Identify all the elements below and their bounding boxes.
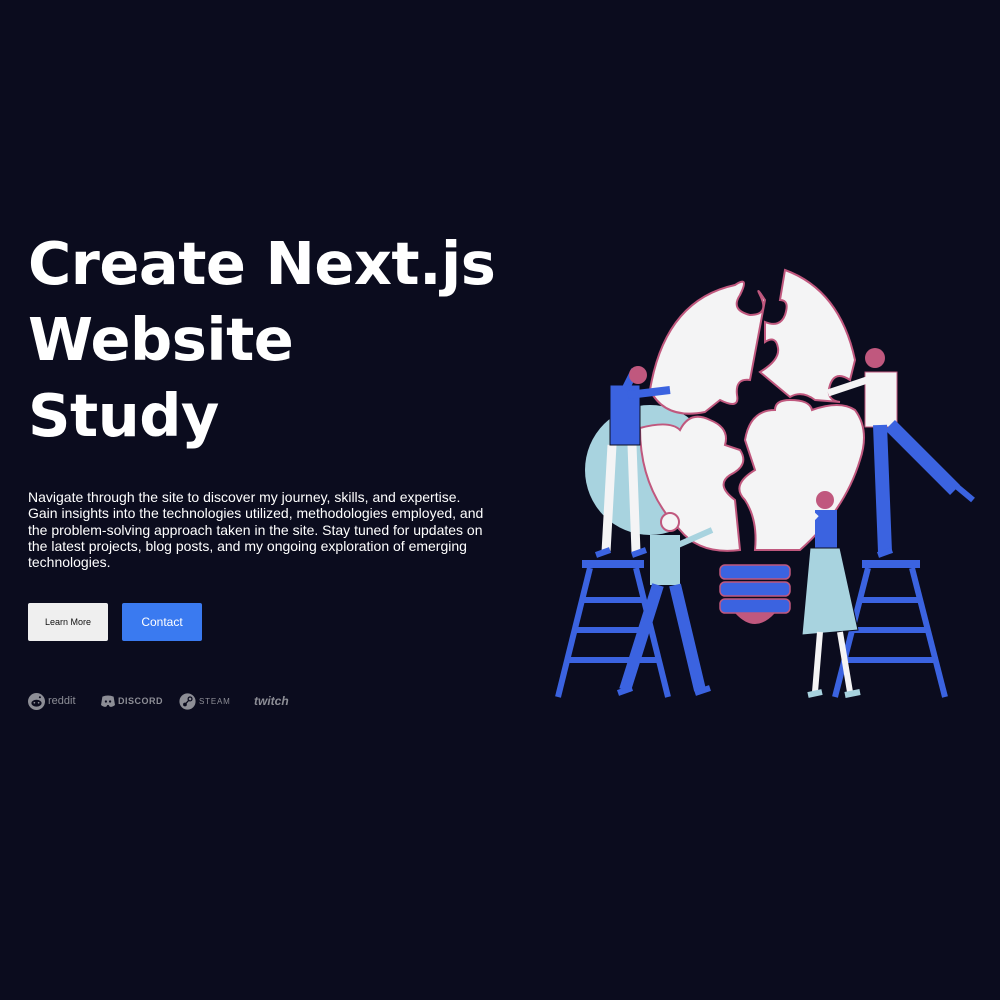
steam-logo: STEAM: [179, 692, 254, 710]
reddit-wordmark: reddit: [48, 695, 76, 707]
twitch-logo: twitch: [254, 694, 314, 708]
bulb-base-top: [719, 564, 791, 580]
puzzle-lightbulb-illustration: [555, 268, 975, 698]
bulb-base-bottom: [719, 598, 791, 614]
bulb-tip: [735, 613, 775, 624]
steam-icon: [179, 692, 196, 710]
discord-wordmark: DISCORD: [118, 696, 164, 706]
hero-title-line-2: Website: [28, 305, 294, 374]
discord-icon: [101, 695, 115, 707]
hero-title: Create Next.js Website Study: [28, 226, 496, 454]
partner-logos: reddit DISCORD STEAM twitch: [28, 690, 314, 712]
hero-title-line-1: Create Next.js: [28, 229, 496, 298]
hero-description: Navigate through the site to discover my…: [28, 489, 484, 571]
learn-more-button[interactable]: Learn More: [28, 603, 108, 641]
twitch-icon: twitch: [254, 694, 289, 708]
steam-wordmark: STEAM: [199, 696, 231, 706]
puzzle-piece-bottom-right: [738, 398, 865, 551]
puzzle-piece-top-right: [758, 268, 857, 403]
reddit-icon: [28, 692, 45, 710]
bulb-base-mid: [719, 581, 791, 597]
hero-title-line-3: Study: [28, 381, 219, 450]
contact-button[interactable]: Contact: [122, 603, 202, 641]
discord-logo: DISCORD: [101, 695, 179, 708]
reddit-logo: reddit: [28, 692, 101, 710]
